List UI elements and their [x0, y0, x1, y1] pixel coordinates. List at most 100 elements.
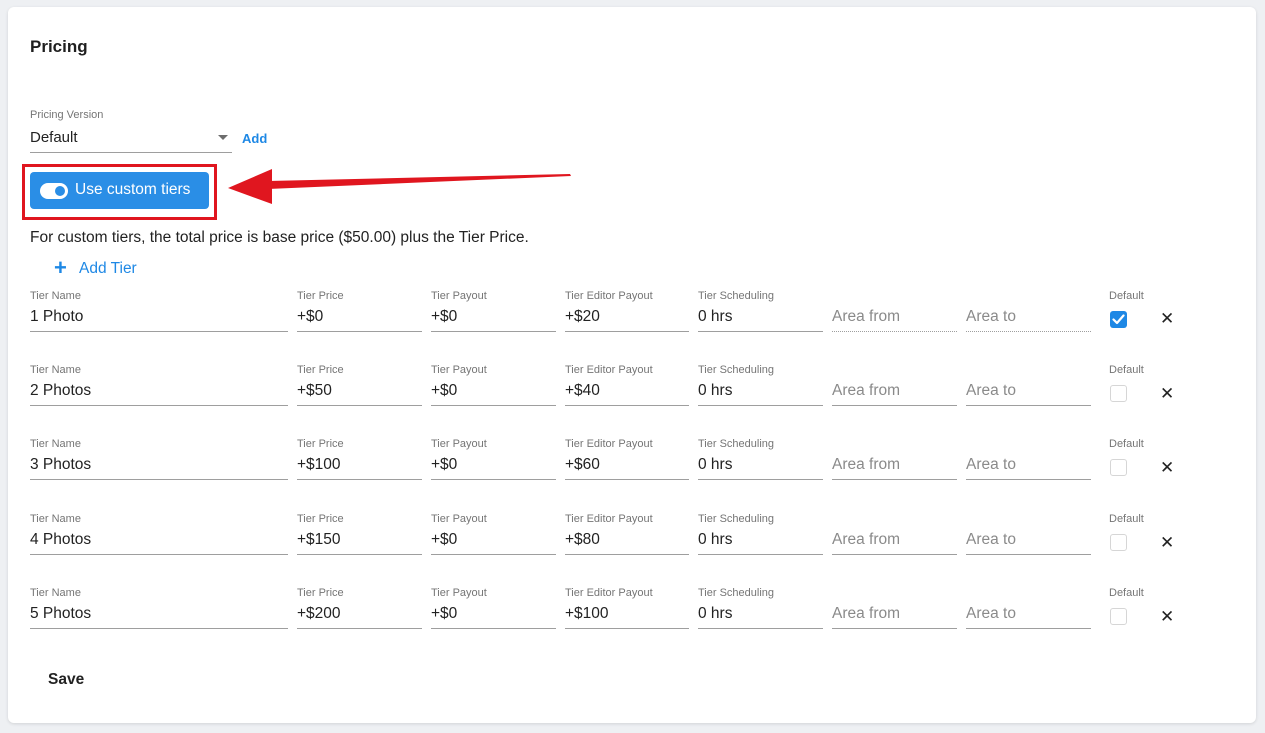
field-label: Tier Payout: [431, 364, 487, 376]
default-checkbox[interactable]: [1110, 311, 1127, 328]
tier-editor-payout-field[interactable]: Tier Editor Payout +$100: [565, 587, 689, 629]
tier-scheduling-field[interactable]: Tier Scheduling 0 hrs: [698, 438, 823, 480]
field-label: Tier Price: [297, 438, 344, 450]
field-label: Tier Name: [30, 290, 81, 302]
field-value: +$60: [565, 456, 600, 473]
field-value: 0 hrs: [698, 456, 733, 473]
close-icon[interactable]: ✕: [1160, 309, 1174, 329]
plus-icon: +: [54, 255, 67, 280]
field-placeholder: Area to: [966, 456, 1016, 473]
tier-price-field[interactable]: Tier Price +$200: [297, 587, 422, 629]
area-from-input[interactable]: Area from: [832, 290, 957, 332]
field-label: Tier Editor Payout: [565, 290, 653, 302]
field-value: +$100: [297, 456, 341, 473]
field-label: Tier Name: [30, 364, 81, 376]
tier-payout-field[interactable]: Tier Payout +$0: [431, 438, 556, 480]
field-value: 0 hrs: [698, 605, 733, 622]
field-placeholder: Area from: [832, 456, 901, 473]
field-value: +$0: [431, 605, 458, 622]
field-value: +$20: [565, 308, 600, 325]
field-value: +$0: [431, 531, 458, 548]
field-value: +$150: [297, 531, 341, 548]
field-label: Tier Name: [30, 438, 81, 450]
field-label: Tier Payout: [431, 513, 487, 525]
field-placeholder: Area to: [966, 382, 1016, 399]
tier-scheduling-field[interactable]: Tier Scheduling 0 hrs: [698, 587, 823, 629]
field-value: 5 Photos: [30, 605, 92, 622]
tier-row: Tier Name 4 Photos Tier Price +$150 Tier Pay…: [0, 513, 1265, 573]
field-label: Tier Payout: [431, 290, 487, 302]
save-button[interactable]: Save: [48, 671, 84, 689]
tier-name-field[interactable]: Tier Name 5 Photos: [30, 587, 288, 629]
tier-payout-field[interactable]: Tier Payout +$0: [431, 513, 556, 555]
tier-row: Tier Name 2 Photos Tier Price +$50 Tier Payo…: [0, 364, 1265, 424]
field-label: Tier Editor Payout: [565, 438, 653, 450]
tier-row: Tier Name 5 Photos Tier Price +$200 Tier Pay…: [0, 587, 1265, 647]
field-placeholder: Area to: [966, 605, 1016, 622]
area-to-input[interactable]: Area to: [966, 364, 1091, 406]
tier-editor-payout-field[interactable]: Tier Editor Payout +$40: [565, 364, 689, 406]
field-label: Tier Name: [30, 587, 81, 599]
tier-scheduling-field[interactable]: Tier Scheduling 0 hrs: [698, 364, 823, 406]
tier-payout-field[interactable]: Tier Payout +$0: [431, 290, 556, 332]
field-label: Tier Price: [297, 513, 344, 525]
area-from-input[interactable]: Area from: [832, 438, 957, 480]
close-icon[interactable]: ✕: [1160, 533, 1174, 553]
tier-payout-field[interactable]: Tier Payout +$0: [431, 364, 556, 406]
tier-price-field[interactable]: Tier Price +$150: [297, 513, 422, 555]
tier-editor-payout-field[interactable]: Tier Editor Payout +$60: [565, 438, 689, 480]
field-placeholder: Area from: [832, 605, 901, 622]
field-label: Tier Price: [297, 587, 344, 599]
default-checkbox[interactable]: [1110, 534, 1127, 551]
field-value: +$200: [297, 605, 341, 622]
field-value: 0 hrs: [698, 382, 733, 399]
field-label: Tier Scheduling: [698, 587, 775, 599]
close-icon[interactable]: ✕: [1160, 384, 1174, 404]
field-placeholder: Area to: [966, 308, 1016, 325]
field-placeholder: Area to: [966, 531, 1016, 548]
close-icon[interactable]: ✕: [1160, 607, 1174, 627]
field-label: Tier Payout: [431, 438, 487, 450]
default-checkbox[interactable]: [1110, 459, 1127, 476]
field-label: Tier Price: [297, 290, 344, 302]
field-label: Tier Editor Payout: [565, 513, 653, 525]
custom-tiers-info: For custom tiers, the total price is bas…: [30, 229, 529, 246]
tier-name-field[interactable]: Tier Name 4 Photos: [30, 513, 288, 555]
field-value: +$50: [297, 382, 332, 399]
tier-editor-payout-field[interactable]: Tier Editor Payout +$20: [565, 290, 689, 332]
tier-editor-payout-field[interactable]: Tier Editor Payout +$80: [565, 513, 689, 555]
field-value: +$0: [431, 456, 458, 473]
tier-price-field[interactable]: Tier Price +$0: [297, 290, 422, 332]
tier-payout-field[interactable]: Tier Payout +$0: [431, 587, 556, 629]
tier-scheduling-field[interactable]: Tier Scheduling 0 hrs: [698, 290, 823, 332]
default-checkbox[interactable]: [1110, 608, 1127, 625]
area-from-input[interactable]: Area from: [832, 513, 957, 555]
tier-price-field[interactable]: Tier Price +$50: [297, 364, 422, 406]
area-from-input[interactable]: Area from: [832, 587, 957, 629]
tier-price-field[interactable]: Tier Price +$100: [297, 438, 422, 480]
default-checkbox[interactable]: [1110, 385, 1127, 402]
area-to-input[interactable]: Area to: [966, 438, 1091, 480]
tier-name-field[interactable]: Tier Name 3 Photos: [30, 438, 288, 480]
field-value: +$0: [297, 308, 324, 325]
tier-name-field[interactable]: Tier Name 2 Photos: [30, 364, 288, 406]
close-icon[interactable]: ✕: [1160, 458, 1174, 478]
field-label: Tier Price: [297, 364, 344, 376]
check-icon: [1112, 314, 1125, 325]
field-placeholder: Area from: [832, 382, 901, 399]
field-value: +$0: [431, 308, 458, 325]
tier-scheduling-field[interactable]: Tier Scheduling 0 hrs: [698, 513, 823, 555]
field-placeholder: Area from: [832, 308, 901, 325]
area-to-input[interactable]: Area to: [966, 290, 1091, 332]
field-value: +$80: [565, 531, 600, 548]
area-to-input[interactable]: Area to: [966, 513, 1091, 555]
tier-name-field[interactable]: Tier Name 1 Photo: [30, 290, 288, 332]
area-to-input[interactable]: Area to: [966, 587, 1091, 629]
field-value: 2 Photos: [30, 382, 92, 399]
field-value: 0 hrs: [698, 531, 733, 548]
tier-row: Tier Name 3 Photos Tier Price +$100 Tier Pay…: [0, 438, 1265, 498]
field-label: Tier Scheduling: [698, 290, 775, 302]
tier-row: Tier Name 1 Photo Tier Price +$0 Tier Payout…: [0, 290, 1265, 350]
field-value: 1 Photo: [30, 308, 84, 325]
area-from-input[interactable]: Area from: [832, 364, 957, 406]
